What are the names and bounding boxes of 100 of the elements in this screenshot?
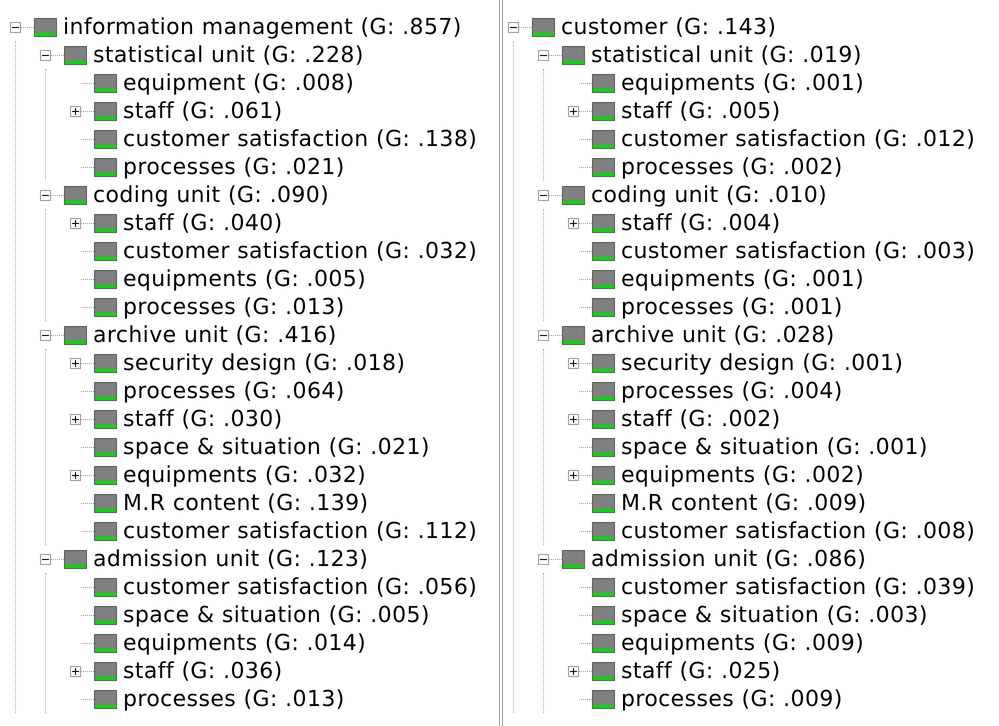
- tree-node-label[interactable]: statistical unit (G: .019): [591, 42, 862, 68]
- tree-node-label[interactable]: processes (G: .064): [123, 378, 345, 404]
- priority-bar-icon: [592, 158, 615, 176]
- priority-bar-icon: [562, 46, 585, 64]
- priority-bar-icon: [94, 242, 117, 260]
- priority-bar-icon: [562, 186, 585, 204]
- tree-node-label[interactable]: staff (G: .040): [123, 210, 283, 236]
- tree-node-label[interactable]: processes (G: .002): [621, 154, 843, 180]
- tree-node-label[interactable]: staff (G: .061): [123, 98, 283, 124]
- collapse-toggle[interactable]: [40, 190, 51, 200]
- tree-node-label[interactable]: archive unit (G: .028): [591, 322, 835, 348]
- priority-bar-icon: [562, 550, 585, 568]
- tree-node-label[interactable]: security design (G: .018): [123, 350, 406, 376]
- expand-toggle[interactable]: [568, 666, 579, 676]
- collapse-toggle[interactable]: [538, 50, 549, 60]
- tree-node-label[interactable]: equipments (G: .001): [621, 70, 864, 96]
- tree-node-label[interactable]: processes (G: .013): [123, 294, 345, 320]
- priority-bar-icon: [592, 298, 615, 316]
- priority-bar-icon: [592, 214, 615, 232]
- expand-toggle[interactable]: [568, 358, 579, 368]
- tree-node-label[interactable]: equipments (G: .005): [123, 266, 366, 292]
- priority-bar-icon: [592, 242, 615, 260]
- expand-toggle[interactable]: [70, 358, 81, 368]
- tree-node-label[interactable]: processes (G: .013): [123, 686, 345, 712]
- priority-bar-icon: [592, 102, 615, 120]
- tree-node-label[interactable]: equipments (G: .001): [621, 266, 864, 292]
- tree-node-label[interactable]: space & situation (G: .021): [123, 434, 430, 460]
- priority-bar-icon: [592, 438, 615, 456]
- tree-node-label[interactable]: staff (G: .030): [123, 406, 283, 432]
- tree-node-label[interactable]: customer satisfaction (G: .003): [621, 238, 976, 264]
- tree-node-label[interactable]: coding unit (G: .090): [93, 182, 330, 208]
- tree-node-label[interactable]: equipments (G: .014): [123, 630, 366, 656]
- expand-toggle[interactable]: [568, 218, 579, 228]
- priority-bar-icon: [592, 382, 615, 400]
- priority-bar-icon: [94, 662, 117, 680]
- tree-node-label[interactable]: staff (G: .002): [621, 406, 781, 432]
- expand-toggle[interactable]: [70, 106, 81, 116]
- tree-node-label[interactable]: staff (G: .005): [621, 98, 781, 124]
- priority-bar-icon: [94, 74, 117, 92]
- tree-node-label[interactable]: coding unit (G: .010): [591, 182, 828, 208]
- tree-node-label[interactable]: customer satisfaction (G: .012): [621, 126, 976, 152]
- tree-node-label[interactable]: equipments (G: .002): [621, 462, 864, 488]
- tree-node-label[interactable]: space & situation (G: .001): [621, 434, 928, 460]
- priority-bar-icon: [94, 438, 117, 456]
- tree-node-label[interactable]: processes (G: .004): [621, 378, 843, 404]
- tree-node-label[interactable]: customer satisfaction (G: .056): [123, 574, 478, 600]
- priority-bar-icon: [94, 214, 117, 232]
- collapse-toggle[interactable]: [538, 330, 549, 340]
- priority-bar-icon: [94, 494, 117, 512]
- collapse-toggle[interactable]: [40, 330, 51, 340]
- expand-toggle[interactable]: [70, 666, 81, 676]
- expand-toggle[interactable]: [70, 218, 81, 228]
- tree-node-label[interactable]: information management (G: .857): [63, 14, 462, 40]
- expand-toggle[interactable]: [568, 106, 579, 116]
- tree-node-label[interactable]: space & situation (G: .003): [621, 602, 928, 628]
- collapse-toggle[interactable]: [10, 22, 21, 32]
- collapse-toggle[interactable]: [538, 554, 549, 564]
- tree-node-label[interactable]: customer satisfaction (G: .039): [621, 574, 976, 600]
- tree-node-label[interactable]: processes (G: .001): [621, 294, 843, 320]
- tree-node-label[interactable]: processes (G: .009): [621, 686, 843, 712]
- priority-bar-icon: [94, 690, 117, 708]
- priority-bar-icon: [94, 578, 117, 596]
- priority-bar-icon: [592, 410, 615, 428]
- priority-bar-icon: [94, 634, 117, 652]
- tree-node-label[interactable]: M.R content (G: .009): [621, 490, 866, 516]
- tree-node-label[interactable]: archive unit (G: .416): [93, 322, 337, 348]
- expand-toggle[interactable]: [70, 414, 81, 424]
- priority-bar-icon: [64, 186, 87, 204]
- tree-node-label[interactable]: customer satisfaction (G: .138): [123, 126, 478, 152]
- tree-node-label[interactable]: customer satisfaction (G: .008): [621, 518, 976, 544]
- tree-node-label[interactable]: customer satisfaction (G: .032): [123, 238, 478, 264]
- collapse-toggle[interactable]: [538, 190, 549, 200]
- collapse-toggle[interactable]: [40, 554, 51, 564]
- tree-node-label[interactable]: equipments (G: .009): [621, 630, 864, 656]
- tree-node-label[interactable]: staff (G: .036): [123, 658, 283, 684]
- tree-node-label[interactable]: staff (G: .025): [621, 658, 781, 684]
- priority-bar-icon: [64, 326, 87, 344]
- tree-node-label[interactable]: equipments (G: .032): [123, 462, 366, 488]
- tree-node-label[interactable]: customer (G: .143): [561, 14, 776, 40]
- expand-toggle[interactable]: [70, 470, 81, 480]
- tree-node-label[interactable]: admission unit (G: .086): [591, 546, 866, 572]
- priority-bar-icon: [592, 662, 615, 680]
- tree-node-label[interactable]: staff (G: .004): [621, 210, 781, 236]
- tree-node-label[interactable]: processes (G: .021): [123, 154, 345, 180]
- priority-bar-icon: [592, 74, 615, 92]
- tree-node-label[interactable]: equipment (G: .008): [123, 70, 354, 96]
- collapse-toggle[interactable]: [508, 22, 519, 32]
- tree-node-label[interactable]: space & situation (G: .005): [123, 602, 430, 628]
- priority-bar-icon: [94, 130, 117, 148]
- tree-node-label[interactable]: admission unit (G: .123): [93, 546, 368, 572]
- priority-bar-icon: [562, 326, 585, 344]
- priority-bar-icon: [94, 102, 117, 120]
- expand-toggle[interactable]: [568, 414, 579, 424]
- collapse-toggle[interactable]: [40, 50, 51, 60]
- priority-bar-icon: [532, 18, 555, 36]
- tree-node-label[interactable]: security design (G: .001): [621, 350, 904, 376]
- tree-node-label[interactable]: customer satisfaction (G: .112): [123, 518, 478, 544]
- expand-toggle[interactable]: [568, 470, 579, 480]
- tree-node-label[interactable]: M.R content (G: .139): [123, 490, 368, 516]
- tree-node-label[interactable]: statistical unit (G: .228): [93, 42, 364, 68]
